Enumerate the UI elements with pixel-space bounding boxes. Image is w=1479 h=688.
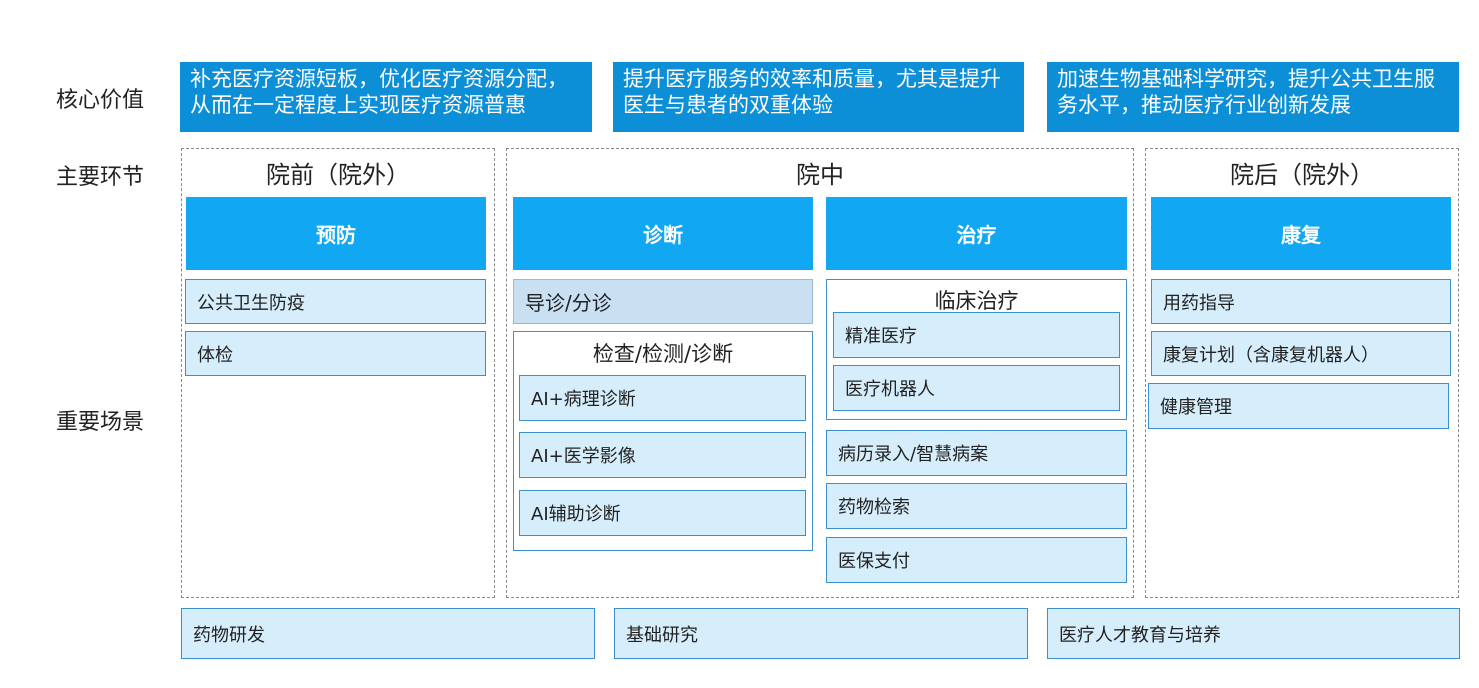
scenario-item: 康复计划（含康复机器人） — [1151, 331, 1451, 376]
row-label-main-links: 主要环节 — [56, 165, 145, 190]
section-title-pre: 院前（院外） — [266, 161, 410, 189]
phase-rehab: 康复 — [1151, 197, 1451, 270]
bottom-item: 基础研究 — [614, 608, 1028, 659]
bottom-item: 药物研发 — [181, 608, 595, 659]
phase-treatment: 治疗 — [826, 197, 1127, 270]
scenario-item: 医疗机器人 — [833, 365, 1120, 411]
group-title-clinical: 临床治疗 — [934, 289, 1019, 313]
scenario-item: 用药指导 — [1151, 279, 1451, 324]
scenario-item: AI辅助诊断 — [519, 490, 806, 536]
phase-diagnosis: 诊断 — [513, 197, 813, 270]
scenario-item-guide: 导诊/分诊 — [513, 279, 813, 324]
scenario-item: 药物检索 — [826, 483, 1127, 529]
group-title-exam: 检查/检测/诊断 — [592, 342, 734, 366]
scenario-item: 病历录入/智慧病案 — [826, 430, 1127, 476]
section-title-mid: 院中 — [796, 161, 844, 189]
row-label-key-scenarios: 重要场景 — [56, 410, 145, 435]
scenario-item: 精准医疗 — [833, 312, 1120, 358]
row-label-core-value: 核心价值 — [56, 88, 145, 113]
core-value-box: 加速生物基础科学研究，提升公共卫生服务水平，推动医疗行业创新发展 — [1047, 62, 1459, 132]
scenario-item: 医保支付 — [826, 537, 1127, 583]
scenario-item: AI+病理诊断 — [519, 375, 806, 421]
bottom-item: 医疗人才教育与培养 — [1047, 608, 1460, 659]
scenario-item: 公共卫生防疫 — [185, 279, 486, 324]
phase-prevention: 预防 — [186, 197, 486, 270]
core-value-box: 提升医疗服务的效率和质量，尤其是提升医生与患者的双重体验 — [613, 62, 1024, 132]
scenario-item: AI+医学影像 — [519, 432, 806, 478]
scenario-item: 体检 — [185, 331, 486, 376]
scenario-item: 健康管理 — [1148, 383, 1449, 429]
section-title-post: 院后（院外） — [1230, 161, 1374, 189]
core-value-box: 补充医疗资源短板，优化医疗资源分配，从而在一定程度上实现医疗资源普惠 — [180, 62, 592, 132]
